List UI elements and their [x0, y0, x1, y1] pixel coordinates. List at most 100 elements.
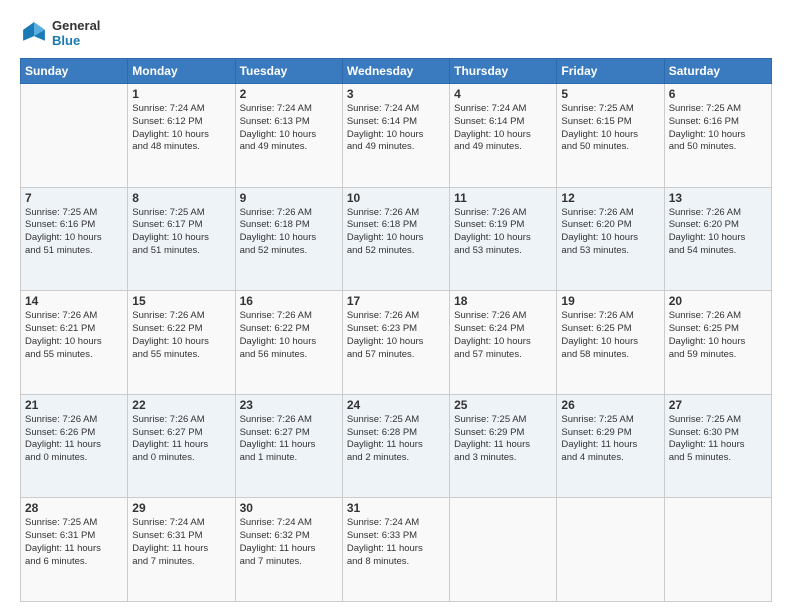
day-info: Sunrise: 7:24 AM Sunset: 6:14 PM Dayligh… — [347, 103, 445, 154]
day-info: Sunrise: 7:26 AM Sunset: 6:18 PM Dayligh… — [347, 207, 445, 258]
day-info: Sunrise: 7:25 AM Sunset: 6:28 PM Dayligh… — [347, 414, 445, 465]
calendar-cell: 31 Sunrise: 7:24 AM Sunset: 6:33 PM Dayli… — [342, 498, 449, 602]
day-info: Sunrise: 7:26 AM Sunset: 6:19 PM Dayligh… — [454, 207, 552, 258]
calendar-cell: 26 Sunrise: 7:25 AM Sunset: 6:29 PM Dayli… — [557, 394, 664, 498]
header: General Blue — [20, 18, 772, 48]
calendar-cell: 11 Sunrise: 7:26 AM Sunset: 6:19 PM Dayli… — [450, 187, 557, 291]
calendar-cell — [21, 84, 128, 188]
calendar-cell: 21 Sunrise: 7:26 AM Sunset: 6:26 PM Dayli… — [21, 394, 128, 498]
day-header-friday: Friday — [557, 59, 664, 84]
calendar-cell: 17Sunrise: 7:26 AM Sunset: 6:23 PM Dayli… — [342, 291, 449, 395]
day-info: Sunrise: 7:26 AM Sunset: 6:25 PM Dayligh… — [669, 310, 767, 361]
day-number: 8 — [132, 191, 230, 205]
day-number: 2 — [240, 87, 338, 101]
day-info: Sunrise: 7:26 AM Sunset: 6:25 PM Dayligh… — [561, 310, 659, 361]
day-number: 9 — [240, 191, 338, 205]
day-info: Sunrise: 7:26 AM Sunset: 6:22 PM Dayligh… — [132, 310, 230, 361]
calendar-cell: 28 Sunrise: 7:25 AM Sunset: 6:31 PM Dayli… — [21, 498, 128, 602]
week-row-3: 14Sunrise: 7:26 AM Sunset: 6:21 PM Dayli… — [21, 291, 772, 395]
day-number: 21 — [25, 398, 123, 412]
day-number: 29 — [132, 501, 230, 515]
day-info: Sunrise: 7:25 AM Sunset: 6:31 PM Dayligh… — [25, 517, 123, 568]
week-row-5: 28 Sunrise: 7:25 AM Sunset: 6:31 PM Dayli… — [21, 498, 772, 602]
calendar-cell: 1 Sunrise: 7:24 AM Sunset: 6:12 PM Daylig… — [128, 84, 235, 188]
calendar-cell: 7 Sunrise: 7:25 AM Sunset: 6:16 PM Daylig… — [21, 187, 128, 291]
day-info: Sunrise: 7:25 AM Sunset: 6:30 PM Dayligh… — [669, 414, 767, 465]
day-number: 5 — [561, 87, 659, 101]
calendar-cell: 22Sunrise: 7:26 AM Sunset: 6:27 PM Dayli… — [128, 394, 235, 498]
day-info: Sunrise: 7:24 AM Sunset: 6:32 PM Dayligh… — [240, 517, 338, 568]
calendar-cell: 4Sunrise: 7:24 AM Sunset: 6:14 PM Daylig… — [450, 84, 557, 188]
day-number: 25 — [454, 398, 552, 412]
calendar-cell: 19 Sunrise: 7:26 AM Sunset: 6:25 PM Dayli… — [557, 291, 664, 395]
calendar-cell: 29 Sunrise: 7:24 AM Sunset: 6:31 PM Dayli… — [128, 498, 235, 602]
day-number: 22 — [132, 398, 230, 412]
calendar-cell: 15 Sunrise: 7:26 AM Sunset: 6:22 PM Dayli… — [128, 291, 235, 395]
calendar-cell: 30Sunrise: 7:24 AM Sunset: 6:32 PM Dayli… — [235, 498, 342, 602]
calendar-cell: 14Sunrise: 7:26 AM Sunset: 6:21 PM Dayli… — [21, 291, 128, 395]
day-number: 26 — [561, 398, 659, 412]
day-number: 19 — [561, 294, 659, 308]
day-header-thursday: Thursday — [450, 59, 557, 84]
day-number: 12 — [561, 191, 659, 205]
calendar-cell: 2Sunrise: 7:24 AM Sunset: 6:13 PM Daylig… — [235, 84, 342, 188]
calendar-header-row: SundayMondayTuesdayWednesdayThursdayFrid… — [21, 59, 772, 84]
calendar-cell: 6 Sunrise: 7:25 AM Sunset: 6:16 PM Daylig… — [664, 84, 771, 188]
day-info: Sunrise: 7:24 AM Sunset: 6:33 PM Dayligh… — [347, 517, 445, 568]
day-header-wednesday: Wednesday — [342, 59, 449, 84]
day-number: 3 — [347, 87, 445, 101]
calendar-cell: 5 Sunrise: 7:25 AM Sunset: 6:15 PM Daylig… — [557, 84, 664, 188]
day-number: 20 — [669, 294, 767, 308]
day-number: 28 — [25, 501, 123, 515]
calendar-cell: 27Sunrise: 7:25 AM Sunset: 6:30 PM Dayli… — [664, 394, 771, 498]
calendar-cell — [664, 498, 771, 602]
day-number: 15 — [132, 294, 230, 308]
day-info: Sunrise: 7:24 AM Sunset: 6:31 PM Dayligh… — [132, 517, 230, 568]
day-number: 6 — [669, 87, 767, 101]
day-number: 7 — [25, 191, 123, 205]
day-info: Sunrise: 7:26 AM Sunset: 6:21 PM Dayligh… — [25, 310, 123, 361]
calendar-cell: 13Sunrise: 7:26 AM Sunset: 6:20 PM Dayli… — [664, 187, 771, 291]
calendar-cell: 12 Sunrise: 7:26 AM Sunset: 6:20 PM Dayli… — [557, 187, 664, 291]
day-header-sunday: Sunday — [21, 59, 128, 84]
calendar-cell: 24 Sunrise: 7:25 AM Sunset: 6:28 PM Dayli… — [342, 394, 449, 498]
calendar-cell: 3 Sunrise: 7:24 AM Sunset: 6:14 PM Daylig… — [342, 84, 449, 188]
calendar-cell: 23Sunrise: 7:26 AM Sunset: 6:27 PM Dayli… — [235, 394, 342, 498]
day-info: Sunrise: 7:25 AM Sunset: 6:16 PM Dayligh… — [669, 103, 767, 154]
logo: General Blue — [20, 18, 100, 48]
day-number: 16 — [240, 294, 338, 308]
day-info: Sunrise: 7:26 AM Sunset: 6:26 PM Dayligh… — [25, 414, 123, 465]
day-header-monday: Monday — [128, 59, 235, 84]
day-info: Sunrise: 7:25 AM Sunset: 6:16 PM Dayligh… — [25, 207, 123, 258]
week-row-2: 7 Sunrise: 7:25 AM Sunset: 6:16 PM Daylig… — [21, 187, 772, 291]
day-number: 23 — [240, 398, 338, 412]
calendar-cell: 20 Sunrise: 7:26 AM Sunset: 6:25 PM Dayli… — [664, 291, 771, 395]
week-row-1: 1 Sunrise: 7:24 AM Sunset: 6:12 PM Daylig… — [21, 84, 772, 188]
calendar-cell: 16 Sunrise: 7:26 AM Sunset: 6:22 PM Dayli… — [235, 291, 342, 395]
calendar-cell: 9Sunrise: 7:26 AM Sunset: 6:18 PM Daylig… — [235, 187, 342, 291]
day-info: Sunrise: 7:25 AM Sunset: 6:29 PM Dayligh… — [454, 414, 552, 465]
calendar-cell — [450, 498, 557, 602]
day-info: Sunrise: 7:26 AM Sunset: 6:22 PM Dayligh… — [240, 310, 338, 361]
day-info: Sunrise: 7:26 AM Sunset: 6:20 PM Dayligh… — [561, 207, 659, 258]
calendar-cell: 10 Sunrise: 7:26 AM Sunset: 6:18 PM Dayli… — [342, 187, 449, 291]
week-row-4: 21 Sunrise: 7:26 AM Sunset: 6:26 PM Dayli… — [21, 394, 772, 498]
day-info: Sunrise: 7:25 AM Sunset: 6:29 PM Dayligh… — [561, 414, 659, 465]
day-info: Sunrise: 7:25 AM Sunset: 6:15 PM Dayligh… — [561, 103, 659, 154]
calendar-table: SundayMondayTuesdayWednesdayThursdayFrid… — [20, 58, 772, 602]
day-header-saturday: Saturday — [664, 59, 771, 84]
day-number: 24 — [347, 398, 445, 412]
day-info: Sunrise: 7:26 AM Sunset: 6:23 PM Dayligh… — [347, 310, 445, 361]
day-info: Sunrise: 7:25 AM Sunset: 6:17 PM Dayligh… — [132, 207, 230, 258]
day-info: Sunrise: 7:24 AM Sunset: 6:14 PM Dayligh… — [454, 103, 552, 154]
day-number: 1 — [132, 87, 230, 101]
day-number: 10 — [347, 191, 445, 205]
day-info: Sunrise: 7:26 AM Sunset: 6:20 PM Dayligh… — [669, 207, 767, 258]
logo-text: General Blue — [52, 18, 100, 48]
day-info: Sunrise: 7:26 AM Sunset: 6:24 PM Dayligh… — [454, 310, 552, 361]
day-number: 11 — [454, 191, 552, 205]
day-number: 31 — [347, 501, 445, 515]
day-info: Sunrise: 7:24 AM Sunset: 6:12 PM Dayligh… — [132, 103, 230, 154]
day-number: 18 — [454, 294, 552, 308]
calendar-cell — [557, 498, 664, 602]
